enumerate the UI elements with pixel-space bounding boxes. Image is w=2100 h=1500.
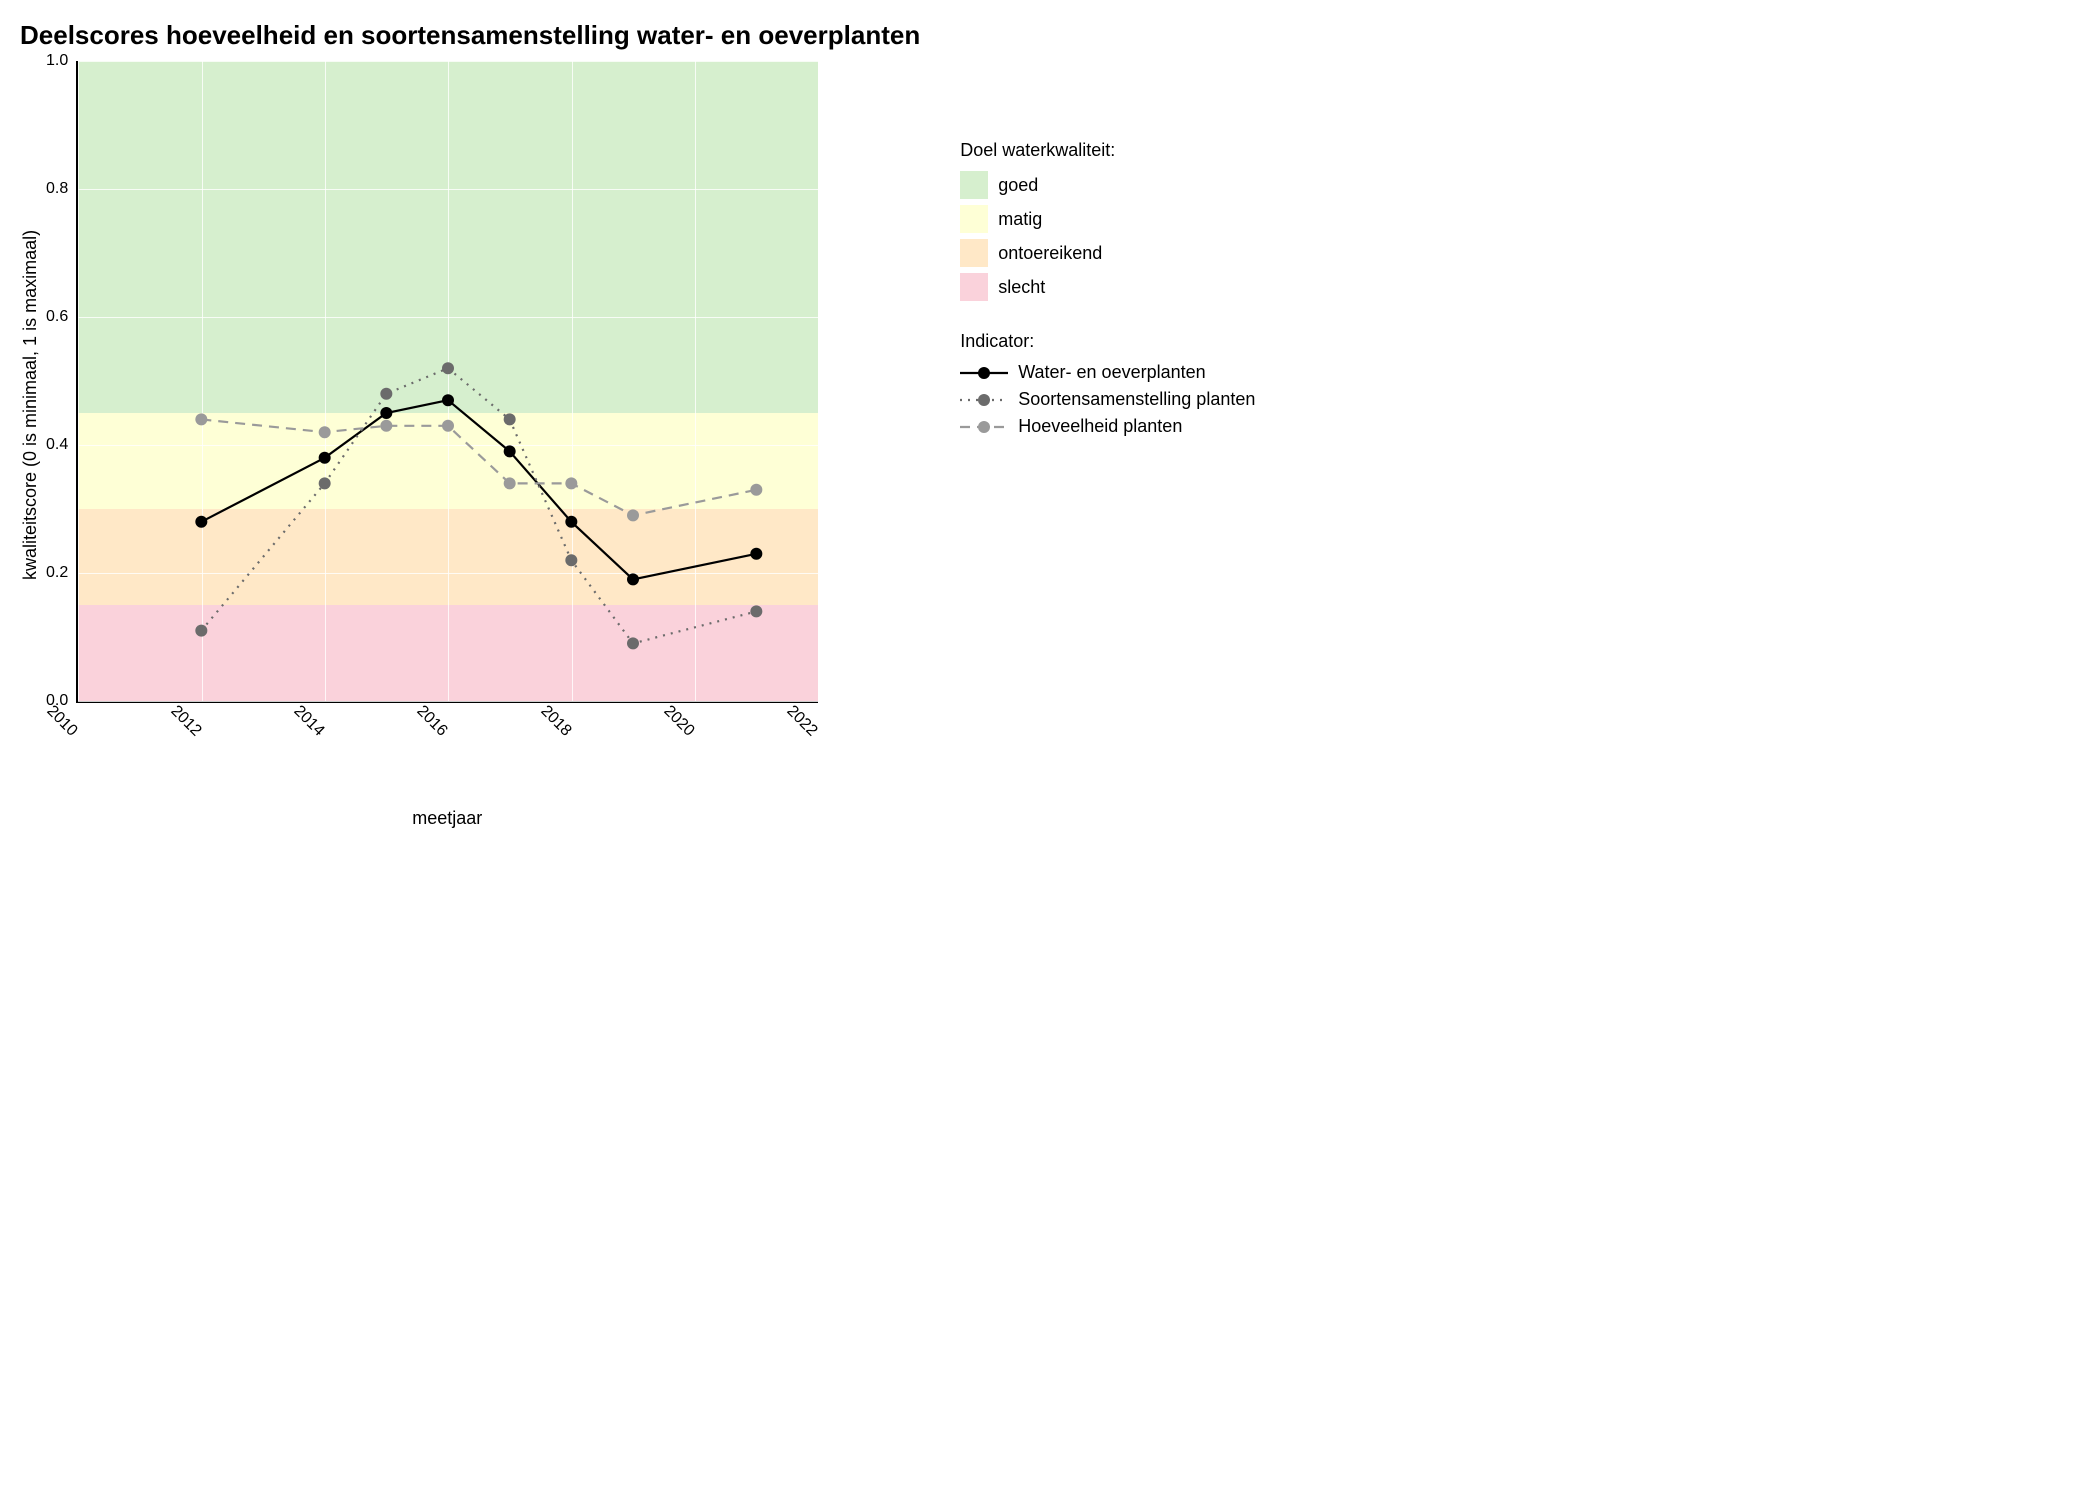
chart-area: Deelscores hoeveelheid en soortensamenst… [20,20,920,829]
data-point [442,420,454,432]
legend-label: ontoereikend [998,243,1102,264]
legend-swatch [960,171,988,199]
y-axis: 1.00.80.60.40.20.0 [46,61,76,701]
x-tick-label: 2010 [43,702,81,740]
data-point [504,477,516,489]
x-tick-label: 2016 [413,702,451,740]
chart-container: Deelscores hoeveelheid en soortensamenst… [20,20,2080,829]
x-tick-label: 2022 [783,702,821,740]
legend-label: Water- en oeverplanten [1018,362,1205,383]
legend-label: goed [998,175,1038,196]
plot-area [76,61,818,703]
legend-item-slecht: slecht [960,273,1255,301]
data-point [751,484,763,496]
legend-label: matig [998,209,1042,230]
legend-item-goed: goed [960,171,1255,199]
legend-swatch [960,239,988,267]
legend: Doel waterkwaliteit: goed matig ontoereike… [960,20,1255,467]
legend-label: slecht [998,277,1045,298]
legend-item-matig: matig [960,205,1255,233]
legend-item: Water- en oeverplanten [960,362,1255,383]
legend-label: Soortensamenstelling planten [1018,389,1255,410]
y-axis-label: kwaliteitscore (0 is minimaal, 1 is maxi… [20,61,41,829]
x-tick-label: 2014 [290,702,328,740]
data-point [319,426,331,438]
grid-line [818,61,819,701]
legend-line-sample [960,363,1008,383]
data-point [566,477,578,489]
x-axis: 2010201220142016201820202022 [76,703,816,763]
legend-series: Indicator: Water- en oeverplanten Soorten… [960,331,1255,437]
legend-label: Hoeveelheid planten [1018,416,1182,437]
data-point [627,509,639,521]
legend-bands: Doel waterkwaliteit: goed matig ontoereike… [960,140,1255,301]
legend-line-sample [960,390,1008,410]
legend-swatch [960,273,988,301]
legend-series-title: Indicator: [960,331,1255,352]
legend-line-sample [960,417,1008,437]
x-tick-label: 2020 [660,702,698,740]
data-point [196,413,208,425]
legend-band-title: Doel waterkwaliteit: [960,140,1255,161]
data-point [381,420,393,432]
x-tick-label: 2012 [166,702,204,740]
x-axis-label: meetjaar [76,808,818,829]
x-tick-label: 2018 [536,702,574,740]
series-hoeveelheid-planten [78,61,818,701]
grid-line [78,701,818,702]
legend-item: Soortensamenstelling planten [960,389,1255,410]
legend-swatch [960,205,988,233]
chart-title: Deelscores hoeveelheid en soortensamenst… [20,20,920,51]
legend-item: Hoeveelheid planten [960,416,1255,437]
legend-item-ontoereikend: ontoereikend [960,239,1255,267]
